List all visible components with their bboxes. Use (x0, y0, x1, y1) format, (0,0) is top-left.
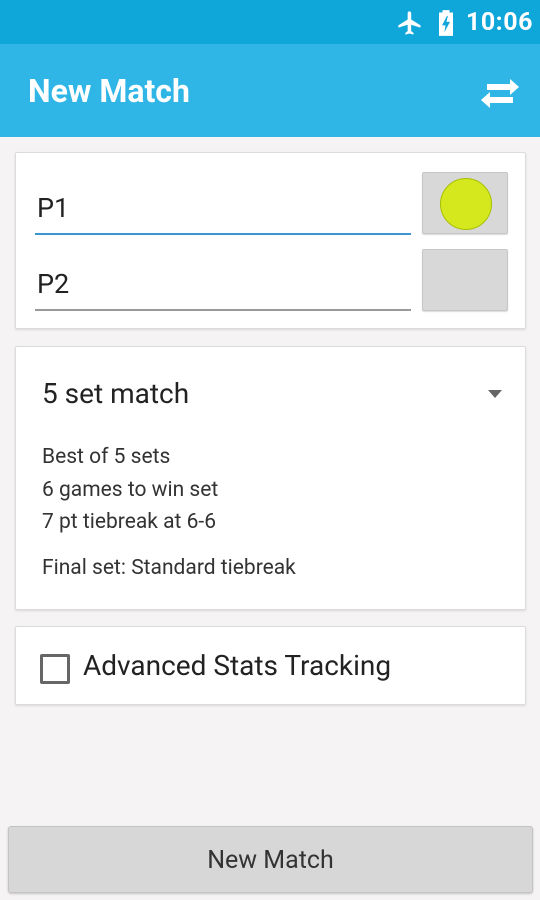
player1-color-button[interactable] (422, 172, 508, 234)
format-detail: 6 games to win set (42, 478, 219, 502)
advanced-stats-checkbox[interactable] (40, 654, 70, 684)
battery-charging-icon (439, 10, 453, 36)
player2-name-field[interactable] (35, 259, 411, 311)
app-bar: New Match (0, 44, 540, 137)
match-format-card: 5 set match Best of 5 sets 6 games to wi… (15, 346, 526, 610)
swap-arrows-icon (481, 79, 519, 108)
advanced-stats-card: Advanced Stats Tracking (15, 626, 526, 705)
match-format-dropdown[interactable]: 5 set match (16, 369, 525, 419)
match-format-selected: 5 set match (42, 377, 190, 410)
new-match-button[interactable]: New Match (8, 826, 533, 893)
player1-name-field[interactable] (35, 183, 411, 235)
final-set-detail: Final set: Standard tiebreak (42, 556, 296, 580)
status-bar: 10:06 (0, 0, 540, 44)
tennis-ball-color-swatch (440, 178, 492, 230)
players-card (15, 152, 526, 329)
advanced-stats-label[interactable]: Advanced Stats Tracking (83, 649, 391, 682)
player2-color-button[interactable] (422, 249, 508, 311)
page-title: New Match (28, 72, 190, 110)
format-detail: 7 pt tiebreak at 6-6 (42, 510, 217, 534)
status-time: 10:06 (466, 8, 533, 37)
airplane-mode-icon (398, 11, 421, 35)
format-detail: Best of 5 sets (42, 445, 171, 469)
swap-players-button[interactable] (474, 70, 526, 112)
dropdown-arrow-icon (488, 390, 502, 398)
